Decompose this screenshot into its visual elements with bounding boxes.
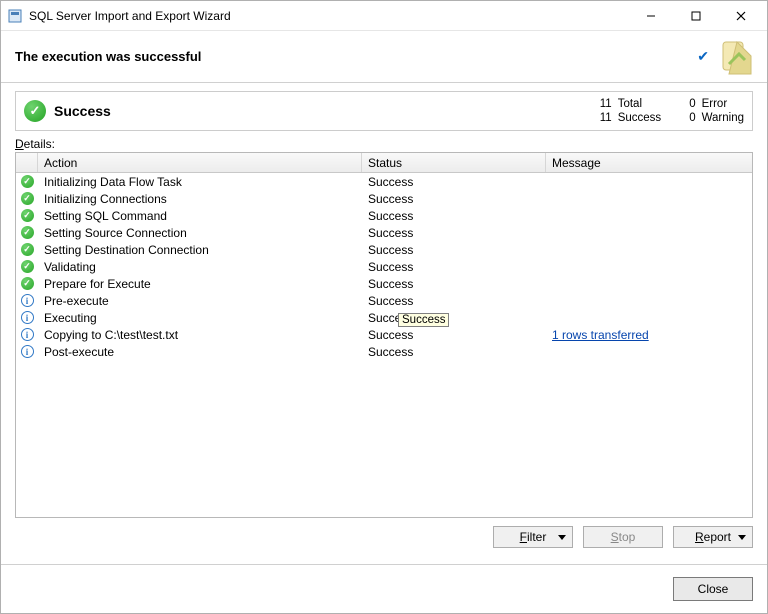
table-row[interactable]: Initializing Data Flow TaskSuccess: [16, 173, 752, 190]
close-button[interactable]: [718, 1, 763, 30]
chevron-down-icon: [738, 535, 746, 540]
col-icon[interactable]: [16, 153, 38, 172]
cell-status: SuccessSuccess: [362, 311, 546, 325]
chevron-down-icon: [558, 535, 566, 540]
col-message[interactable]: Message: [546, 153, 752, 172]
table-row[interactable]: Setting Destination ConnectionSuccess: [16, 241, 752, 258]
summary-status: Success: [54, 103, 600, 119]
cell-action: Setting Destination Connection: [38, 243, 362, 257]
warning-label: Warning: [702, 112, 744, 124]
cell-status: Success: [362, 192, 546, 206]
summary-stats: 11 Total 0 Error 11 Success 0 Warning: [600, 98, 744, 124]
total-label: Total: [618, 98, 661, 110]
info-icon: [16, 345, 38, 358]
banner-message: The execution was successful: [15, 49, 697, 64]
total-count: 11: [600, 98, 612, 110]
banner-art-icon: [715, 36, 757, 78]
cell-status: Success: [362, 294, 546, 308]
window-controls: [628, 1, 763, 30]
cell-action: Copying to C:\test\test.txt: [38, 328, 362, 342]
footer: Close: [1, 564, 767, 613]
cell-status: Success: [362, 226, 546, 240]
success-icon: [16, 226, 38, 239]
summary-bar: Success 11 Total 0 Error 11 Success 0 Wa…: [15, 91, 753, 131]
grid-header: Action Status Message: [16, 153, 752, 173]
success-label: Success: [618, 112, 661, 124]
cell-status: Success: [362, 243, 546, 257]
maximize-button[interactable]: [673, 1, 718, 30]
table-row[interactable]: ExecutingSuccessSuccess: [16, 309, 752, 326]
tooltip: Success: [398, 313, 449, 327]
grid-body[interactable]: Initializing Data Flow TaskSuccessInitia…: [16, 173, 752, 517]
success-icon: [16, 260, 38, 273]
cell-action: Post-execute: [38, 345, 362, 359]
details-label: Details:: [15, 137, 753, 151]
table-row[interactable]: Setting Source ConnectionSuccess: [16, 224, 752, 241]
cell-action: Validating: [38, 260, 362, 274]
cell-action: Setting SQL Command: [38, 209, 362, 223]
error-count: 0: [689, 98, 695, 110]
titlebar: SQL Server Import and Export Wizard: [1, 1, 767, 31]
info-icon: [16, 294, 38, 307]
col-status[interactable]: Status: [362, 153, 546, 172]
success-icon: [16, 175, 38, 188]
stop-button[interactable]: Stop: [583, 526, 663, 548]
success-icon: [16, 209, 38, 222]
action-buttons: Filter Stop Report: [15, 518, 753, 558]
table-row[interactable]: Setting SQL CommandSuccess: [16, 207, 752, 224]
message-link[interactable]: 1 rows transferred: [552, 328, 649, 342]
cell-status: Success: [362, 260, 546, 274]
table-row[interactable]: Copying to C:\test\test.txtSuccess 1 rows…: [16, 326, 752, 343]
close-dialog-button[interactable]: Close: [673, 577, 753, 601]
checkmark-icon: ✔: [697, 48, 709, 65]
cell-action: Setting Source Connection: [38, 226, 362, 240]
cell-status: Success: [362, 277, 546, 291]
table-row[interactable]: Prepare for ExecuteSuccess: [16, 275, 752, 292]
table-row[interactable]: ValidatingSuccess: [16, 258, 752, 275]
wizard-window: SQL Server Import and Export Wizard The …: [0, 0, 768, 614]
cell-status: Success: [362, 209, 546, 223]
error-label: Error: [702, 98, 744, 110]
table-row[interactable]: Pre-executeSuccess: [16, 292, 752, 309]
filter-button[interactable]: Filter: [493, 526, 573, 548]
cell-action: Pre-execute: [38, 294, 362, 308]
cell-action: Prepare for Execute: [38, 277, 362, 291]
main-panel: Success 11 Total 0 Error 11 Success 0 Wa…: [1, 83, 767, 564]
cell-action: Executing: [38, 311, 362, 325]
table-row[interactable]: Post-executeSuccess: [16, 343, 752, 360]
cell-status: Success: [362, 175, 546, 189]
warning-count: 0: [689, 112, 695, 124]
success-icon: [24, 100, 46, 122]
info-icon: [16, 328, 38, 341]
table-row[interactable]: Initializing ConnectionsSuccess: [16, 190, 752, 207]
details-grid: Action Status Message Initializing Data …: [15, 152, 753, 518]
success-icon: [16, 277, 38, 290]
result-banner: The execution was successful ✔: [1, 31, 767, 83]
minimize-button[interactable]: [628, 1, 673, 30]
cell-message: 1 rows transferred: [546, 328, 752, 342]
success-icon: [16, 192, 38, 205]
window-title: SQL Server Import and Export Wizard: [29, 9, 628, 23]
col-action[interactable]: Action: [38, 153, 362, 172]
info-icon: [16, 311, 38, 324]
cell-action: Initializing Connections: [38, 192, 362, 206]
app-icon: [7, 8, 23, 24]
success-count: 11: [600, 112, 612, 124]
cell-status: Success: [362, 328, 546, 342]
report-button[interactable]: Report: [673, 526, 753, 548]
cell-action: Initializing Data Flow Task: [38, 175, 362, 189]
success-icon: [16, 243, 38, 256]
cell-status: Success: [362, 345, 546, 359]
